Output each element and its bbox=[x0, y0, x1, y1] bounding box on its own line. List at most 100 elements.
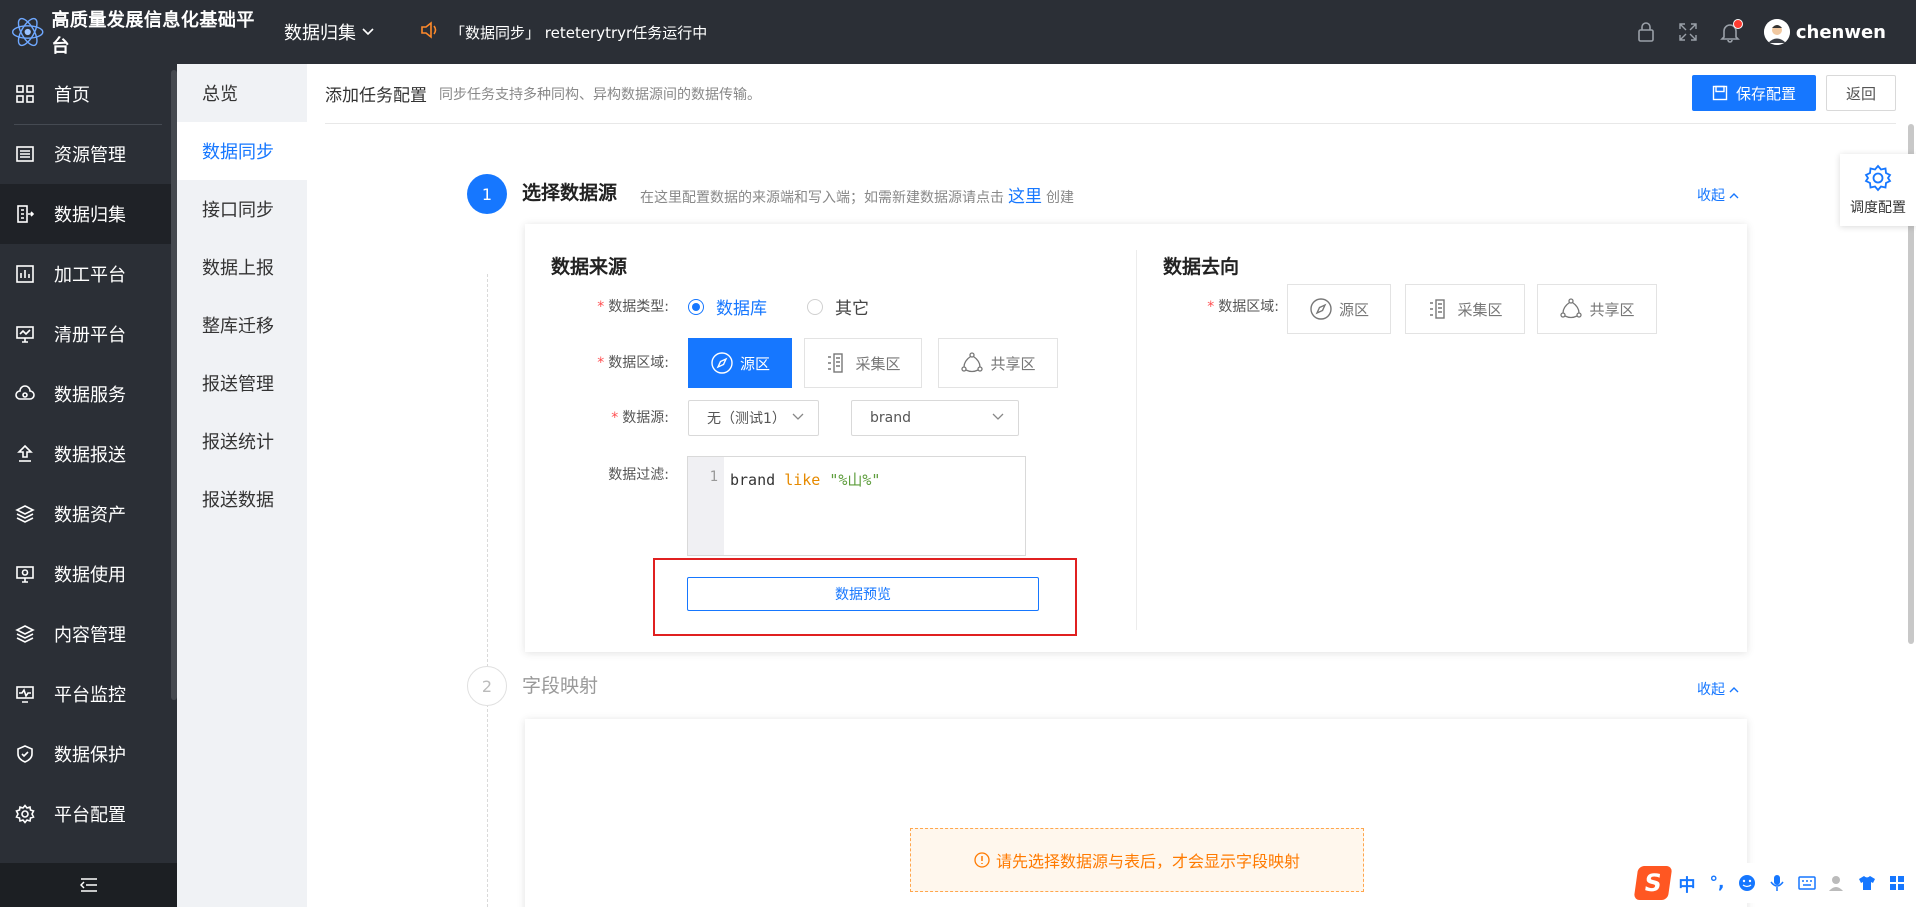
sidebar-item-home[interactable]: 首页 bbox=[0, 64, 177, 124]
datasource-select[interactable]: 无（测试1） bbox=[688, 400, 819, 436]
sidebar-item-label: 数据服务 bbox=[54, 385, 126, 406]
compass-icon bbox=[711, 352, 733, 374]
sidebar-item-label: 资源管理 bbox=[54, 145, 126, 166]
submenu-item-db-migrate[interactable]: 整库迁移 bbox=[177, 296, 307, 354]
sidebar-item-service[interactable]: 数据服务 bbox=[0, 364, 177, 424]
task-notice[interactable]: 「数据同步」 reteterytryr任务运行中 bbox=[420, 20, 707, 44]
target-zone-share[interactable]: 共享区 bbox=[1537, 284, 1657, 334]
save-config-button[interactable]: 保存配置 bbox=[1692, 75, 1816, 111]
logo[interactable]: 高质量发展信息化基础平台 bbox=[0, 6, 270, 58]
main-content: 添加任务配置 同步任务支持多种同构、异构数据源间的数据传输。 保存配置 返回 调… bbox=[307, 64, 1916, 907]
collapse-label: 收起 bbox=[1697, 188, 1725, 204]
source-zone-share[interactable]: 共享区 bbox=[938, 338, 1058, 388]
data-preview-button[interactable]: 数据预览 bbox=[687, 577, 1039, 611]
create-datasource-link[interactable]: 这里 bbox=[1008, 187, 1042, 207]
sidebar-item-monitor[interactable]: 平台监控 bbox=[0, 664, 177, 724]
sidebar-item-label: 数据保护 bbox=[54, 745, 126, 766]
zone-label: 源区 bbox=[1338, 300, 1369, 319]
source-section-title: 数据来源 bbox=[551, 256, 628, 278]
submenu-item-api-sync[interactable]: 接口同步 bbox=[177, 180, 307, 238]
atom-logo-icon bbox=[11, 17, 44, 47]
sidebar-item-label: 平台监控 bbox=[54, 685, 126, 706]
back-button[interactable]: 返回 bbox=[1826, 75, 1896, 111]
radio-label: 其它 bbox=[835, 299, 869, 319]
emoji-icon[interactable] bbox=[1734, 870, 1760, 896]
step-connector bbox=[487, 274, 488, 907]
bell-icon[interactable] bbox=[1716, 18, 1744, 46]
zone-label: 采集区 bbox=[1457, 300, 1503, 319]
sidebar-divider bbox=[14, 124, 162, 125]
sidebar-item-protect[interactable]: 数据保护 bbox=[0, 724, 177, 784]
submenu-item-data-upload[interactable]: 数据上报 bbox=[177, 238, 307, 296]
radio-dot bbox=[807, 298, 823, 315]
fullscreen-icon[interactable] bbox=[1674, 18, 1702, 46]
radio-other[interactable]: 其它 bbox=[807, 294, 869, 319]
sidebar-item-asset[interactable]: 数据资产 bbox=[0, 484, 177, 544]
radio-database[interactable]: 数据库 bbox=[688, 294, 767, 319]
submenu-item-report-manage[interactable]: 报送管理 bbox=[177, 354, 307, 412]
layers-icon bbox=[14, 623, 36, 645]
sidebar-item-usage[interactable]: 数据使用 bbox=[0, 544, 177, 604]
target-zone-collect[interactable]: 采集区 bbox=[1405, 284, 1525, 334]
save-config-label: 保存配置 bbox=[1735, 85, 1796, 103]
collect-icon bbox=[14, 203, 36, 225]
submenu-item-data-sync[interactable]: 数据同步 bbox=[177, 122, 307, 180]
step-1-collapse-link[interactable]: 收起 bbox=[1697, 185, 1739, 205]
sidebar-item-config[interactable]: 平台配置 bbox=[0, 784, 177, 844]
sidebar-item-report[interactable]: 数据报送 bbox=[0, 424, 177, 484]
radio-dot bbox=[688, 298, 704, 315]
zone-label: 共享区 bbox=[1589, 300, 1635, 319]
lock-icon[interactable] bbox=[1632, 18, 1660, 46]
target-zone-origin[interactable]: 源区 bbox=[1287, 284, 1391, 334]
keyboard-icon[interactable] bbox=[1794, 870, 1820, 896]
sidebar-item-label: 加工平台 bbox=[54, 265, 126, 286]
avatar[interactable] bbox=[1763, 19, 1790, 45]
top-right-tools: chenwen bbox=[1618, 0, 1886, 64]
sidebar-item-resource[interactable]: 资源管理 bbox=[0, 124, 177, 184]
sidebar-item-label: 首页 bbox=[54, 85, 90, 106]
server-icon bbox=[828, 353, 844, 373]
step-2-title: 字段映射 bbox=[522, 675, 599, 697]
sidebar-collapse-button[interactable] bbox=[0, 863, 177, 907]
submenu-item-report-stats[interactable]: 报送统计 bbox=[177, 412, 307, 470]
sogou-logo-icon[interactable]: S bbox=[1633, 866, 1673, 900]
microphone-icon[interactable] bbox=[1764, 870, 1790, 896]
compass-icon bbox=[1310, 298, 1332, 320]
chevron-down-icon bbox=[792, 413, 804, 420]
user-icon[interactable] bbox=[1824, 870, 1850, 896]
table-select[interactable]: brand bbox=[851, 400, 1019, 436]
submenu-item-overview[interactable]: 总览 bbox=[177, 64, 307, 122]
monitor-icon bbox=[14, 323, 36, 345]
sidebar-item-collect[interactable]: 数据归集 bbox=[0, 184, 177, 244]
schedule-config-button[interactable]: 调度配置 bbox=[1840, 154, 1916, 226]
sidebar-item-content[interactable]: 内容管理 bbox=[0, 604, 177, 664]
line-number: 1 bbox=[688, 457, 724, 555]
apps-icon[interactable] bbox=[1884, 870, 1910, 896]
source-zone-origin[interactable]: 源区 bbox=[688, 338, 792, 388]
target-zone-label: * 数据区域: bbox=[1207, 299, 1279, 315]
share-icon bbox=[1560, 298, 1583, 319]
username[interactable]: chenwen bbox=[1796, 22, 1886, 43]
menu-fold-icon bbox=[79, 878, 97, 892]
save-icon bbox=[1712, 85, 1728, 101]
mapping-warning: 请先选择数据源与表后，才会显示字段映射 bbox=[910, 828, 1364, 892]
filter-code: brand like "%山%" bbox=[730, 471, 881, 489]
sidebar-item-inventory[interactable]: 清册平台 bbox=[0, 304, 177, 364]
info-icon bbox=[974, 852, 990, 868]
data-zone-label: * 数据区域: bbox=[597, 355, 669, 371]
datasource-label: * 数据源: bbox=[611, 410, 669, 426]
page-title: 添加任务配置 bbox=[325, 86, 427, 106]
datasource-value: 无（测试1） bbox=[707, 411, 786, 427]
data-filter-label: 数据过滤: bbox=[608, 467, 669, 483]
sidebar-item-label: 平台配置 bbox=[54, 805, 126, 826]
module-dropdown[interactable]: 数据归集 bbox=[284, 19, 374, 45]
sidebar-item-process[interactable]: 加工平台 bbox=[0, 244, 177, 304]
source-zone-collect[interactable]: 采集区 bbox=[804, 338, 922, 388]
filter-code-editor[interactable]: 1 brand like "%山%" bbox=[687, 456, 1026, 556]
ime-punct[interactable]: °, bbox=[1704, 870, 1730, 896]
step-2-collapse-link[interactable]: 收起 bbox=[1697, 679, 1739, 699]
table-value: brand bbox=[870, 410, 911, 426]
shirt-icon[interactable] bbox=[1854, 870, 1880, 896]
ime-lang[interactable]: 中 bbox=[1674, 870, 1700, 896]
submenu-item-report-data[interactable]: 报送数据 bbox=[177, 470, 307, 528]
